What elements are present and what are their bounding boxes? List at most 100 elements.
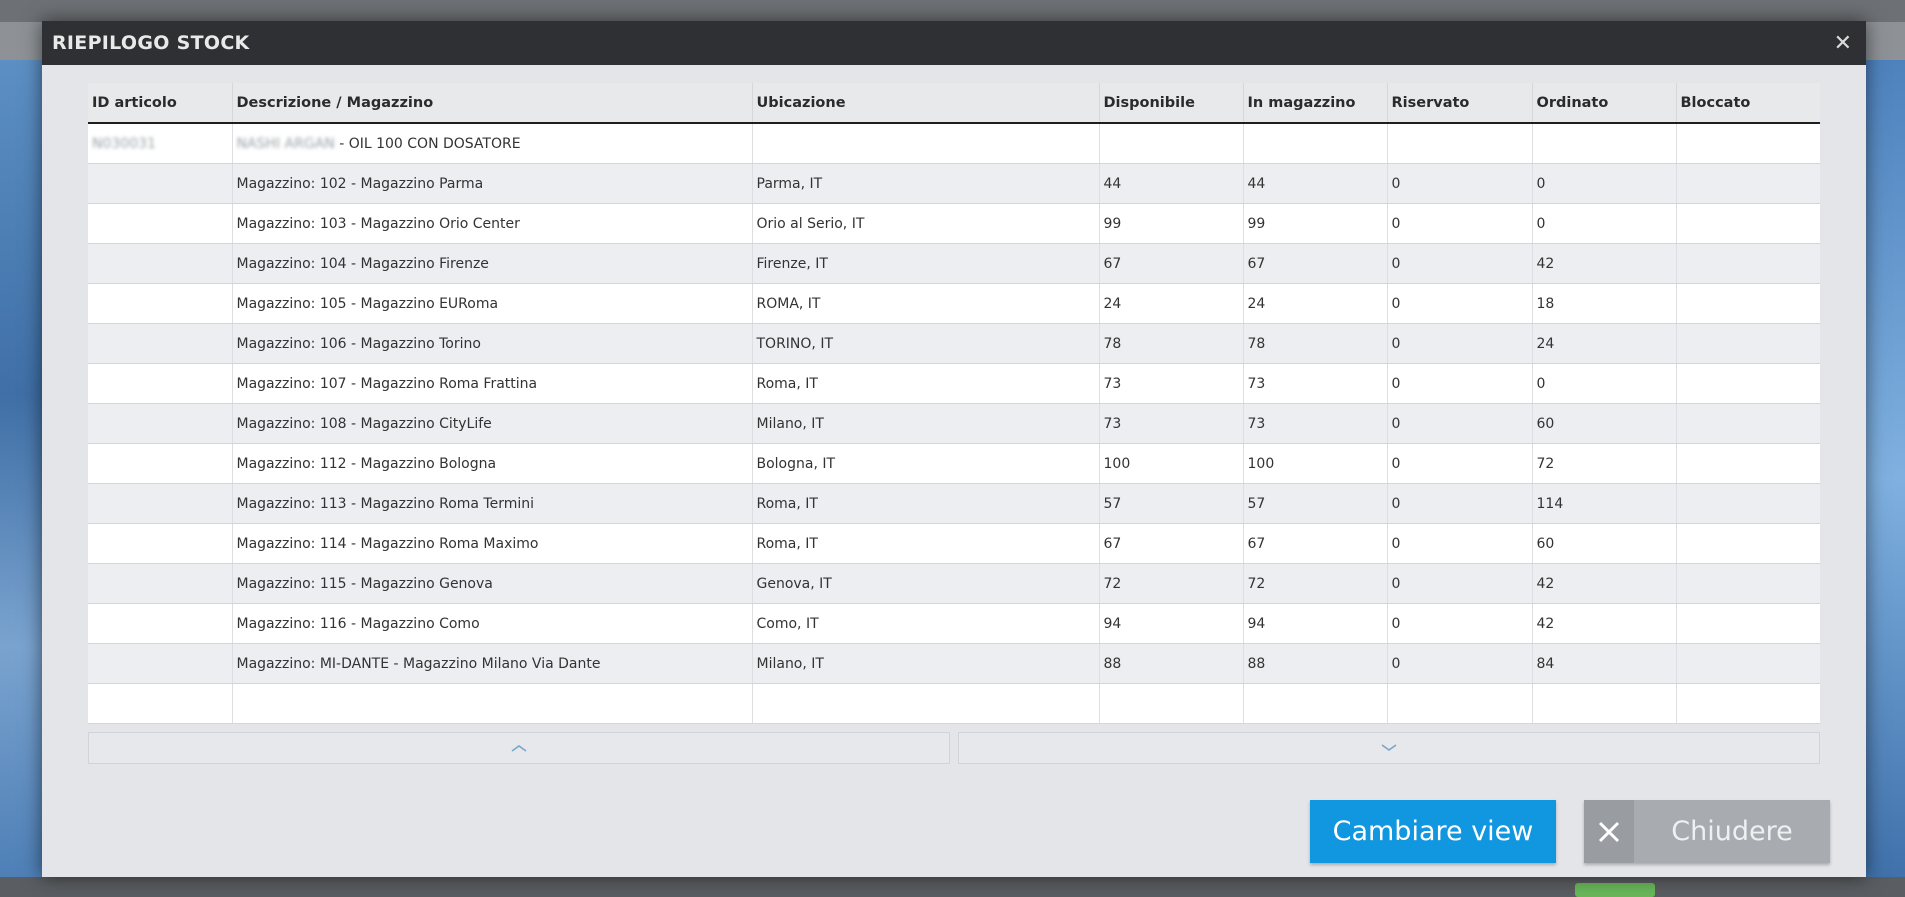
cell-empty — [1098, 683, 1243, 724]
in-stock-qty: 44 — [1242, 163, 1387, 204]
warehouse-location: Roma, IT — [751, 483, 1099, 524]
column-header-in-stock[interactable]: In magazzino — [1242, 83, 1387, 124]
background-right-panel — [1865, 60, 1905, 897]
dialog-header: RIEPILOGO STOCK ✕ — [42, 21, 1866, 65]
table-row[interactable]: Magazzino: 113 - Magazzino Roma Termini R… — [88, 483, 1820, 524]
reserved-qty: 0 — [1386, 203, 1532, 244]
reserved-qty: 0 — [1386, 563, 1532, 604]
available-qty: 24 — [1098, 283, 1243, 324]
warehouse-location: Roma, IT — [751, 363, 1099, 404]
column-header-location[interactable]: Ubicazione — [751, 83, 1099, 124]
warehouse-description: Magazzino: 102 - Magazzino Parma — [231, 163, 752, 204]
blocked-qty — [1675, 523, 1820, 564]
table-row-empty — [88, 683, 1820, 724]
table-row[interactable]: Magazzino: 104 - Magazzino Firenze Firenz… — [88, 243, 1820, 284]
scroll-down-button[interactable] — [958, 732, 1820, 764]
column-header-description[interactable]: Descrizione / Magazzino — [231, 83, 752, 124]
table-row[interactable]: Magazzino: 112 - Magazzino Bologna Bologn… — [88, 443, 1820, 484]
article-id: N030031 — [88, 123, 232, 164]
blocked-qty — [1675, 563, 1820, 604]
blocked-qty — [1675, 323, 1820, 364]
warehouse-location: Como, IT — [751, 603, 1099, 644]
cell-empty — [88, 603, 232, 644]
warehouse-description: Magazzino: 105 - Magazzino EURoma — [231, 283, 752, 324]
article-id-value: N030031 — [92, 135, 156, 152]
ordered-qty: 42 — [1531, 603, 1676, 644]
in-stock-qty: 99 — [1242, 203, 1387, 244]
close-button-label: Chiudere — [1671, 816, 1793, 847]
ordered-qty: 72 — [1531, 443, 1676, 484]
table-header-row: ID articolo Descrizione / Magazzino Ubic… — [88, 83, 1820, 124]
cell-empty — [88, 403, 232, 444]
in-stock-qty: 78 — [1242, 323, 1387, 364]
article-row[interactable]: N030031 NASHI ARGAN - OIL 100 CON DOSATO… — [88, 123, 1820, 164]
cell-empty — [88, 363, 232, 404]
available-qty: 67 — [1098, 523, 1243, 564]
table-row[interactable]: Magazzino: 102 - Magazzino Parma Parma, I… — [88, 163, 1820, 204]
scroll-up-button[interactable] — [88, 732, 950, 764]
close-icon — [1584, 800, 1634, 863]
ordered-qty: 0 — [1531, 363, 1676, 404]
cell-empty — [88, 283, 232, 324]
warehouse-location: ROMA, IT — [751, 283, 1099, 324]
table-row[interactable]: Magazzino: 108 - Magazzino CityLife Milan… — [88, 403, 1820, 444]
column-header-blocked[interactable]: Bloccato — [1675, 83, 1820, 124]
blocked-qty — [1675, 163, 1820, 204]
cell-empty — [88, 323, 232, 364]
cell-empty — [1675, 683, 1820, 724]
available-qty: 73 — [1098, 403, 1243, 444]
reserved-qty: 0 — [1386, 243, 1532, 284]
table-row[interactable]: Magazzino: 107 - Magazzino Roma Frattina… — [88, 363, 1820, 404]
reserved-qty: 0 — [1386, 603, 1532, 644]
reserved-qty: 0 — [1386, 403, 1532, 444]
in-stock-qty: 67 — [1242, 243, 1387, 284]
article-description: NASHI ARGAN - OIL 100 CON DOSATORE — [231, 123, 752, 164]
change-view-button[interactable]: Cambiare view — [1310, 800, 1556, 863]
warehouse-description: Magazzino: 107 - Magazzino Roma Frattina — [231, 363, 752, 404]
reserved-qty: 0 — [1386, 643, 1532, 684]
table-row[interactable]: Magazzino: 115 - Magazzino Genova Genova,… — [88, 563, 1820, 604]
close-button[interactable]: Chiudere — [1584, 800, 1830, 863]
cell-empty — [88, 443, 232, 484]
ordered-qty: 60 — [1531, 403, 1676, 444]
available-qty: 67 — [1098, 243, 1243, 284]
cell-empty — [88, 483, 232, 524]
table-row[interactable]: Magazzino: MI-DANTE - Magazzino Milano V… — [88, 643, 1820, 684]
table-row[interactable]: Magazzino: 103 - Magazzino Orio Center Or… — [88, 203, 1820, 244]
table-row[interactable]: Magazzino: 105 - Magazzino EURoma ROMA, I… — [88, 283, 1820, 324]
column-header-id[interactable]: ID articolo — [88, 83, 232, 124]
blocked-qty — [1675, 483, 1820, 524]
cell-empty — [1386, 683, 1532, 724]
available-qty: 78 — [1098, 323, 1243, 364]
cell-empty — [1531, 123, 1676, 164]
background-green-element — [1575, 883, 1655, 897]
cell-empty — [88, 563, 232, 604]
in-stock-qty: 24 — [1242, 283, 1387, 324]
warehouse-description: Magazzino: 113 - Magazzino Roma Termini — [231, 483, 752, 524]
table-row[interactable]: Magazzino: 114 - Magazzino Roma Maximo Ro… — [88, 523, 1820, 564]
blocked-qty — [1675, 603, 1820, 644]
reserved-qty: 0 — [1386, 523, 1532, 564]
dialog-title: RIEPILOGO STOCK — [52, 32, 250, 54]
ordered-qty: 18 — [1531, 283, 1676, 324]
cell-empty — [88, 203, 232, 244]
table-row[interactable]: Magazzino: 116 - Magazzino Como Como, IT 9… — [88, 603, 1820, 644]
cell-empty — [1675, 123, 1820, 164]
cell-empty — [88, 683, 232, 724]
ordered-qty: 42 — [1531, 243, 1676, 284]
column-header-reserved[interactable]: Riservato — [1386, 83, 1532, 124]
in-stock-qty: 73 — [1242, 363, 1387, 404]
warehouse-location: Roma, IT — [751, 523, 1099, 564]
available-qty: 72 — [1098, 563, 1243, 604]
column-header-available[interactable]: Disponibile — [1098, 83, 1243, 124]
table-row[interactable]: Magazzino: 106 - Magazzino Torino TORINO,… — [88, 323, 1820, 364]
column-header-ordered[interactable]: Ordinato — [1531, 83, 1676, 124]
available-qty: 100 — [1098, 443, 1243, 484]
warehouse-description: Magazzino: 116 - Magazzino Como — [231, 603, 752, 644]
cell-empty — [1242, 123, 1387, 164]
warehouse-description: Magazzino: 103 - Magazzino Orio Center — [231, 203, 752, 244]
ordered-qty: 60 — [1531, 523, 1676, 564]
close-icon[interactable]: ✕ — [1830, 31, 1856, 56]
cell-empty — [1531, 683, 1676, 724]
ordered-qty: 114 — [1531, 483, 1676, 524]
